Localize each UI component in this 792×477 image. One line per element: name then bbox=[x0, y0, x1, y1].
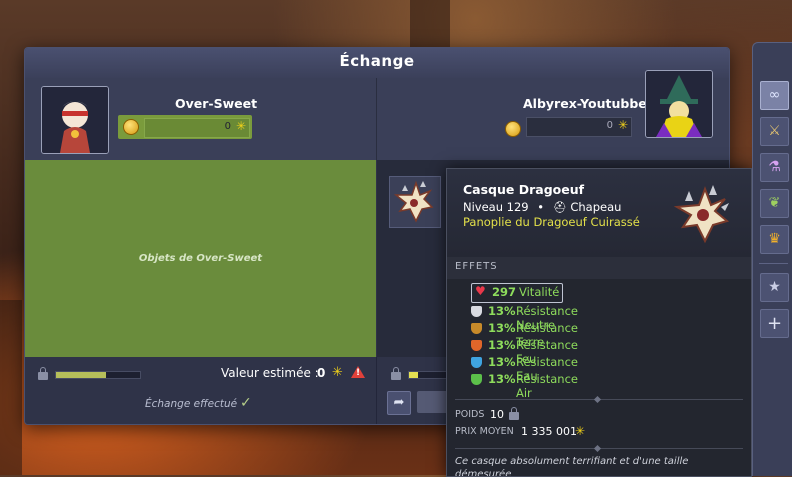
crown-icon: ♛ bbox=[768, 231, 781, 247]
avatar-albyrex bbox=[645, 70, 713, 138]
left-kamas-box: 0 ✳ bbox=[118, 115, 252, 139]
equipment-button[interactable]: ⚔ bbox=[760, 117, 789, 146]
left-player-name: Over-Sweet bbox=[175, 96, 258, 111]
divider-ornament bbox=[593, 395, 602, 404]
tooltip-header: Casque Dragoeuf Niveau 129 • ⛑ Chapeau P… bbox=[447, 169, 751, 257]
shield-air-icon bbox=[471, 374, 482, 385]
star-icon: ★ bbox=[768, 279, 781, 295]
left-pods-bar bbox=[55, 371, 141, 379]
effects-header: EFFETS bbox=[447, 257, 751, 279]
checkmark-icon: ✓ bbox=[240, 395, 252, 411]
sword-icon: ⚔ bbox=[768, 123, 781, 139]
kama-star-icon: ✳ bbox=[575, 424, 586, 438]
quest-items-button[interactable]: ♛ bbox=[760, 225, 789, 254]
divider-ornament bbox=[593, 444, 602, 453]
item-type: Chapeau bbox=[570, 200, 622, 214]
share-button[interactable]: ➦ bbox=[387, 391, 411, 415]
infinity-button[interactable]: ∞ bbox=[760, 81, 789, 110]
shield-earth-icon bbox=[471, 323, 482, 334]
estimated-value: 0 bbox=[317, 366, 326, 380]
warning-mark: ! bbox=[356, 368, 361, 378]
toolbar-divider bbox=[759, 263, 788, 264]
left-kamas-input[interactable]: 0 ✳ bbox=[144, 118, 250, 138]
leaf-icon: ❦ bbox=[768, 195, 781, 211]
add-button[interactable]: + bbox=[760, 309, 789, 338]
item-description: Ce casque absolument terrifiant et d'une… bbox=[455, 456, 689, 477]
side-toolbar: ∞ ⚔ ⚗ ❦ ♛ ★ + bbox=[752, 42, 792, 476]
shield-fire-icon bbox=[471, 340, 482, 351]
shield-neutral-icon bbox=[471, 306, 482, 317]
pods-weight-icon bbox=[391, 367, 401, 380]
weight-icon bbox=[509, 407, 519, 420]
level-label: Niveau bbox=[463, 200, 504, 214]
window-title: Échange bbox=[339, 52, 415, 70]
right-player-name: Albyrex-Youtubbe bbox=[523, 96, 647, 111]
effects-title: EFFETS bbox=[455, 261, 498, 272]
level-value: 129 bbox=[506, 200, 529, 214]
left-items-label: Objets de Over-Sweet bbox=[138, 253, 263, 264]
kama-star-icon: ✳ bbox=[235, 119, 246, 133]
pods-weight-icon bbox=[38, 367, 48, 380]
plus-icon: + bbox=[766, 313, 783, 334]
item-image bbox=[669, 181, 737, 247]
average-price-label: PRIX MOYEN bbox=[455, 426, 514, 437]
right-pods-fill bbox=[409, 372, 418, 378]
effect-value: 13% bbox=[488, 304, 516, 318]
favorites-button[interactable]: ★ bbox=[760, 273, 789, 302]
item-name: Casque Dragoeuf bbox=[463, 182, 585, 197]
effect-value: 297 bbox=[492, 285, 517, 299]
kama-star-icon: ✳ bbox=[617, 118, 628, 132]
title-bar[interactable]: Échange bbox=[25, 48, 729, 79]
left-pods-fill bbox=[56, 372, 107, 378]
shield-water-icon bbox=[471, 357, 482, 368]
right-player-header: Albyrex-Youtubbe 0 ✳ bbox=[377, 70, 729, 160]
heart-icon: ♥ bbox=[475, 284, 486, 298]
left-footer: Valeur estimée : 0 ✳ ! Échange effectué … bbox=[25, 357, 377, 424]
effect-value: 13% bbox=[488, 338, 516, 352]
left-kamas-value: 0 bbox=[224, 121, 231, 132]
effect-label: Vitalité bbox=[519, 285, 560, 299]
right-kamas-value: 0 bbox=[606, 120, 613, 131]
left-items-zone[interactable]: Objets de Over-Sweet bbox=[25, 160, 376, 357]
level-bullet: • bbox=[537, 200, 545, 214]
average-price-value: 1 335 001 bbox=[521, 425, 577, 438]
consumables-button[interactable]: ⚗ bbox=[760, 153, 789, 182]
kama-coin-icon bbox=[123, 119, 139, 135]
background-pillar bbox=[0, 300, 22, 475]
weight-label: POIDS bbox=[455, 409, 485, 420]
infinity-icon: ∞ bbox=[768, 87, 781, 103]
item-tooltip: Casque Dragoeuf Niveau 129 • ⛑ Chapeau P… bbox=[446, 168, 752, 477]
potion-icon: ⚗ bbox=[768, 159, 781, 175]
item-slot-casque-dragoeuf[interactable] bbox=[389, 176, 441, 228]
avatar-over-sweet bbox=[41, 86, 109, 154]
effect-label: Résistance Air bbox=[516, 372, 578, 400]
kama-star-icon: ✳ bbox=[332, 365, 343, 380]
effect-value: 13% bbox=[488, 355, 516, 369]
effect-value: 13% bbox=[488, 372, 516, 386]
estimated-value-label: Valeur estimée : bbox=[221, 366, 319, 380]
hat-icon: ⛑ bbox=[552, 201, 567, 214]
resources-button[interactable]: ❦ bbox=[760, 189, 789, 218]
effect-value: 13% bbox=[488, 321, 516, 335]
left-player-header: Over-Sweet 0 ✳ bbox=[25, 78, 377, 160]
kama-coin-icon bbox=[505, 121, 521, 137]
background-pillar bbox=[410, 0, 450, 47]
right-kamas-input[interactable]: 0 ✳ bbox=[526, 117, 632, 137]
item-level-line: Niveau 129 • ⛑ Chapeau bbox=[463, 200, 621, 214]
weight-value: 10 bbox=[490, 408, 504, 421]
trade-status: Échange effectué bbox=[145, 398, 238, 410]
item-set-link[interactable]: Panoplie du Dragoeuf Cuirassé bbox=[463, 215, 640, 229]
